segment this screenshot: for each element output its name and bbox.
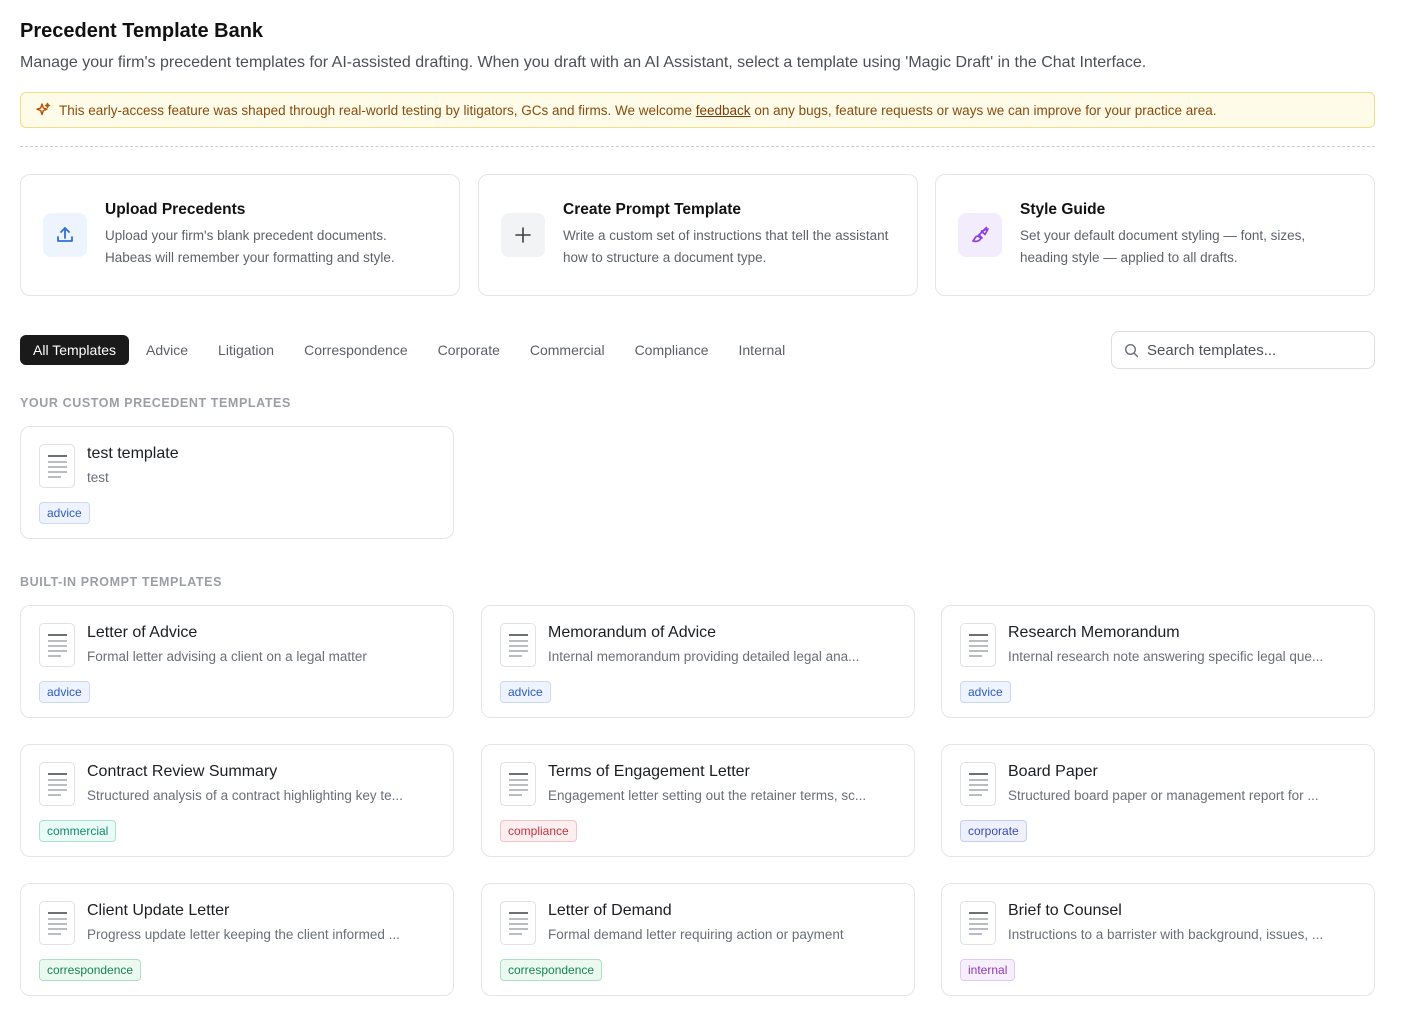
template-title: Memorandum of Advice — [548, 624, 717, 641]
search-icon — [1124, 343, 1139, 358]
paintbrush-icon — [958, 213, 1002, 257]
template-title: Letter of Advice — [87, 624, 198, 641]
template-description: Formal letter advising a client on a leg… — [87, 649, 367, 664]
upload-precedents-desc: Upload your firm's blank precedent docum… — [105, 228, 395, 265]
category-tag: compliance — [500, 820, 577, 842]
template-description: Internal memorandum providing detailed l… — [548, 649, 860, 664]
builtin-templates-heading: BUILT-IN PROMPT TEMPLATES — [20, 575, 223, 589]
template-card[interactable]: Letter of Advice Formal letter advising a… — [20, 605, 454, 718]
template-title: Terms of Engagement Letter — [548, 763, 750, 780]
tab-compliance[interactable]: Compliance — [622, 335, 722, 365]
template-card[interactable]: Board Paper Structured board paper or man… — [941, 744, 1375, 857]
template-card[interactable]: Client Update Letter Progress update lett… — [20, 883, 454, 996]
template-title: Brief to Counsel — [1008, 902, 1122, 919]
template-description: Instructions to a barrister with backgro… — [1008, 927, 1324, 942]
create-prompt-template-desc: Write a custom set of instructions that … — [563, 228, 889, 265]
template-title: test template — [87, 445, 179, 462]
template-card[interactable]: Memorandum of Advice Internal memorandum … — [481, 605, 915, 718]
template-title: Research Memorandum — [1008, 624, 1180, 641]
style-guide-card[interactable]: Style Guide Set your default document st… — [935, 174, 1375, 296]
sparkle-icon — [35, 102, 51, 118]
upload-precedents-title: Upload Precedents — [105, 201, 246, 218]
template-description: Structured analysis of a contract highli… — [87, 788, 403, 803]
category-tag: corporate — [960, 820, 1027, 842]
template-card[interactable]: Letter of Demand Formal demand letter req… — [481, 883, 915, 996]
template-description: test — [87, 470, 109, 485]
document-icon — [39, 623, 75, 667]
template-title: Client Update Letter — [87, 902, 230, 919]
document-icon — [960, 762, 996, 806]
template-card[interactable]: Contract Review Summary Structured analys… — [20, 744, 454, 857]
category-tag: correspondence — [500, 959, 603, 981]
template-title: Contract Review Summary — [87, 763, 278, 780]
document-icon — [39, 444, 75, 488]
document-icon — [500, 623, 536, 667]
category-tag: advice — [39, 502, 90, 524]
template-description: Structured board paper or management rep… — [1008, 788, 1319, 803]
page-subtitle: Manage your firm's precedent templates f… — [20, 54, 1147, 71]
upload-icon — [43, 213, 87, 257]
template-card[interactable]: test template test advice — [20, 426, 454, 539]
tab-correspondence[interactable]: Correspondence — [291, 335, 421, 365]
template-card[interactable]: Research Memorandum Internal research not… — [941, 605, 1375, 718]
category-tag: advice — [39, 681, 90, 703]
style-guide-desc: Set your default document styling — font… — [1020, 228, 1306, 265]
template-card[interactable]: Brief to Counsel Instructions to a barris… — [941, 883, 1375, 996]
banner-text-after: on any bugs, feature requests or ways we… — [750, 102, 1217, 118]
tab-internal[interactable]: Internal — [726, 335, 799, 365]
template-title: Board Paper — [1008, 763, 1098, 780]
category-tabs: All Templates Advice Litigation Correspo… — [20, 335, 802, 365]
document-icon — [39, 901, 75, 945]
category-tag: correspondence — [39, 959, 142, 981]
feedback-link[interactable]: feedback — [696, 103, 751, 118]
category-tag: advice — [500, 681, 551, 703]
template-description: Formal demand letter requiring action or… — [548, 927, 844, 942]
tab-all-templates[interactable]: All Templates — [20, 335, 130, 365]
section-divider — [20, 146, 1375, 147]
custom-templates-heading: YOUR CUSTOM PRECEDENT TEMPLATES — [20, 396, 291, 410]
document-icon — [960, 901, 996, 945]
category-tag: commercial — [39, 820, 117, 842]
tab-commercial[interactable]: Commercial — [517, 335, 618, 365]
tab-corporate[interactable]: Corporate — [425, 335, 513, 365]
template-description: Engagement letter setting out the retain… — [548, 788, 867, 803]
document-icon — [39, 762, 75, 806]
category-tag: internal — [960, 959, 1016, 981]
upload-precedents-card[interactable]: Upload Precedents Upload your firm's bla… — [20, 174, 460, 296]
style-guide-title: Style Guide — [1020, 201, 1106, 218]
document-icon — [500, 762, 536, 806]
early-access-banner: This early-access feature was shaped thr… — [20, 92, 1375, 128]
search-input[interactable] — [1147, 341, 1347, 359]
document-icon — [960, 623, 996, 667]
plus-icon — [501, 213, 545, 257]
create-prompt-template-card[interactable]: Create Prompt Template Write a custom se… — [478, 174, 918, 296]
search-box — [1111, 331, 1375, 369]
category-tag: advice — [960, 681, 1011, 703]
page-title: Precedent Template Bank — [20, 20, 264, 42]
template-description: Internal research note answering specifi… — [1008, 649, 1324, 664]
tab-litigation[interactable]: Litigation — [205, 335, 287, 365]
template-description: Progress update letter keeping the clien… — [87, 927, 400, 942]
template-card[interactable]: Terms of Engagement Letter Engagement let… — [481, 744, 915, 857]
template-title: Letter of Demand — [548, 902, 672, 919]
tab-advice[interactable]: Advice — [133, 335, 201, 365]
document-icon — [500, 901, 536, 945]
create-prompt-template-title: Create Prompt Template — [563, 201, 742, 218]
banner-text-before: This early-access feature was shaped thr… — [59, 102, 696, 118]
